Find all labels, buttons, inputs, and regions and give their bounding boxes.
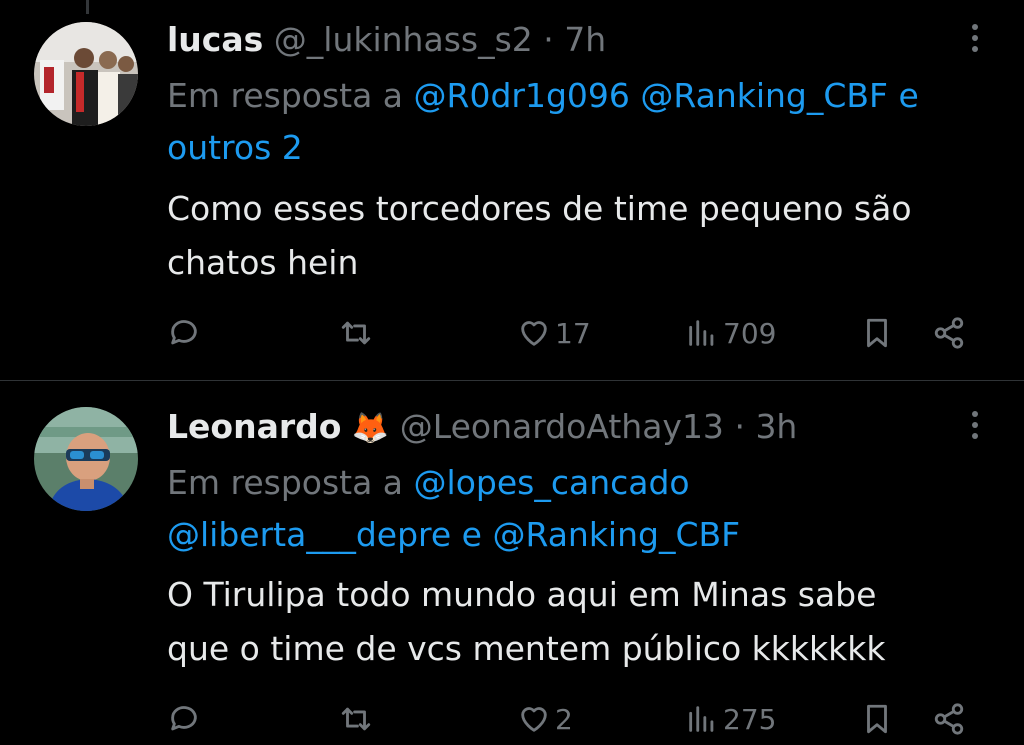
tweet-text-line: chatos hein: [167, 243, 359, 282]
tweet-header: Leonardo 🦊 @LeonardoAthay13 · 3h: [167, 407, 797, 446]
reply-mention[interactable]: @Ranking_CBF: [492, 515, 740, 554]
reply-icon: [171, 320, 197, 345]
like-button[interactable]: 2: [517, 699, 573, 739]
action-bar: 17 709: [167, 313, 987, 353]
retweet-button[interactable]: [339, 313, 373, 353]
retweet-icon: [341, 707, 371, 731]
views-button[interactable]: 275: [685, 699, 776, 739]
display-name[interactable]: lucas: [167, 20, 263, 59]
share-icon: [934, 317, 964, 349]
reply-prefix: Em resposta a: [167, 463, 404, 502]
avatar[interactable]: [34, 22, 138, 126]
user-handle[interactable]: @LeonardoAthay13: [400, 407, 724, 446]
reply-mentions-more[interactable]: outros 2: [167, 128, 303, 167]
reply-mentions[interactable]: @lopes_cancado: [414, 463, 690, 502]
share-icon: [934, 703, 964, 735]
more-options-icon[interactable]: [970, 411, 980, 439]
fox-emoji-icon: 🦊: [351, 411, 390, 446]
views-chart-icon: [689, 320, 714, 346]
tweet-text: Como esses torcedores de time pequeno sã…: [167, 182, 1007, 290]
separator-dot: ·: [734, 407, 745, 446]
view-count: 275: [723, 702, 777, 736]
bookmark-icon: [867, 318, 887, 348]
tweet-text: O Tirulipa todo mundo aqui em Minas sabe…: [167, 568, 1007, 676]
retweet-button[interactable]: [339, 699, 373, 739]
action-bar: 2 275: [167, 699, 987, 739]
bookmark-icon: [867, 704, 887, 734]
views-button[interactable]: 709: [685, 313, 776, 353]
bookmark-button[interactable]: [860, 699, 894, 739]
avatar[interactable]: [34, 407, 138, 511]
tweet-text-line: O Tirulipa todo mundo aqui em Minas sabe: [167, 575, 877, 614]
tweet-text-line: que o time de vcs mentem público kkkkkkk: [167, 629, 886, 668]
share-button[interactable]: [932, 313, 966, 353]
separator-dot: ·: [543, 20, 554, 59]
reply-prefix: Em resposta a: [167, 76, 404, 115]
like-count: 2: [555, 702, 573, 736]
bookmark-button[interactable]: [860, 313, 894, 353]
reply-icon: [171, 706, 197, 731]
timestamp[interactable]: 3h: [755, 407, 797, 446]
like-count: 17: [555, 316, 591, 350]
reply-context: Em resposta a @lopes_cancado @liberta___…: [167, 457, 997, 561]
user-handle[interactable]: @_lukinhass_s2: [274, 20, 533, 59]
views-chart-icon: [689, 706, 714, 732]
reply-conjunction: e: [461, 515, 482, 554]
reply-context: Em resposta a @R0dr1g096 @Ranking_CBF e …: [167, 70, 997, 174]
retweet-icon: [341, 321, 371, 345]
like-button[interactable]: 17: [517, 313, 591, 353]
tweet-1[interactable]: lucas @_lukinhass_s2 · 7h Em resposta a …: [0, 0, 1024, 380]
reply-mentions[interactable]: @R0dr1g096 @Ranking_CBF e: [414, 76, 919, 115]
reply-button[interactable]: [167, 313, 201, 353]
display-name[interactable]: Leonardo: [167, 407, 341, 446]
view-count: 709: [723, 316, 777, 350]
tweet-header: lucas @_lukinhass_s2 · 7h: [167, 20, 606, 59]
reply-mention[interactable]: @liberta___depre: [167, 515, 451, 554]
heart-icon: [521, 321, 547, 346]
reply-button[interactable]: [167, 699, 201, 739]
timestamp[interactable]: 7h: [564, 20, 606, 59]
tweet-text-line: Como esses torcedores de time pequeno sã…: [167, 189, 912, 228]
heart-icon: [521, 707, 547, 732]
tweet-2[interactable]: Leonardo 🦊 @LeonardoAthay13 · 3h Em resp…: [0, 381, 1024, 745]
more-options-icon[interactable]: [970, 24, 980, 52]
share-button[interactable]: [932, 699, 966, 739]
